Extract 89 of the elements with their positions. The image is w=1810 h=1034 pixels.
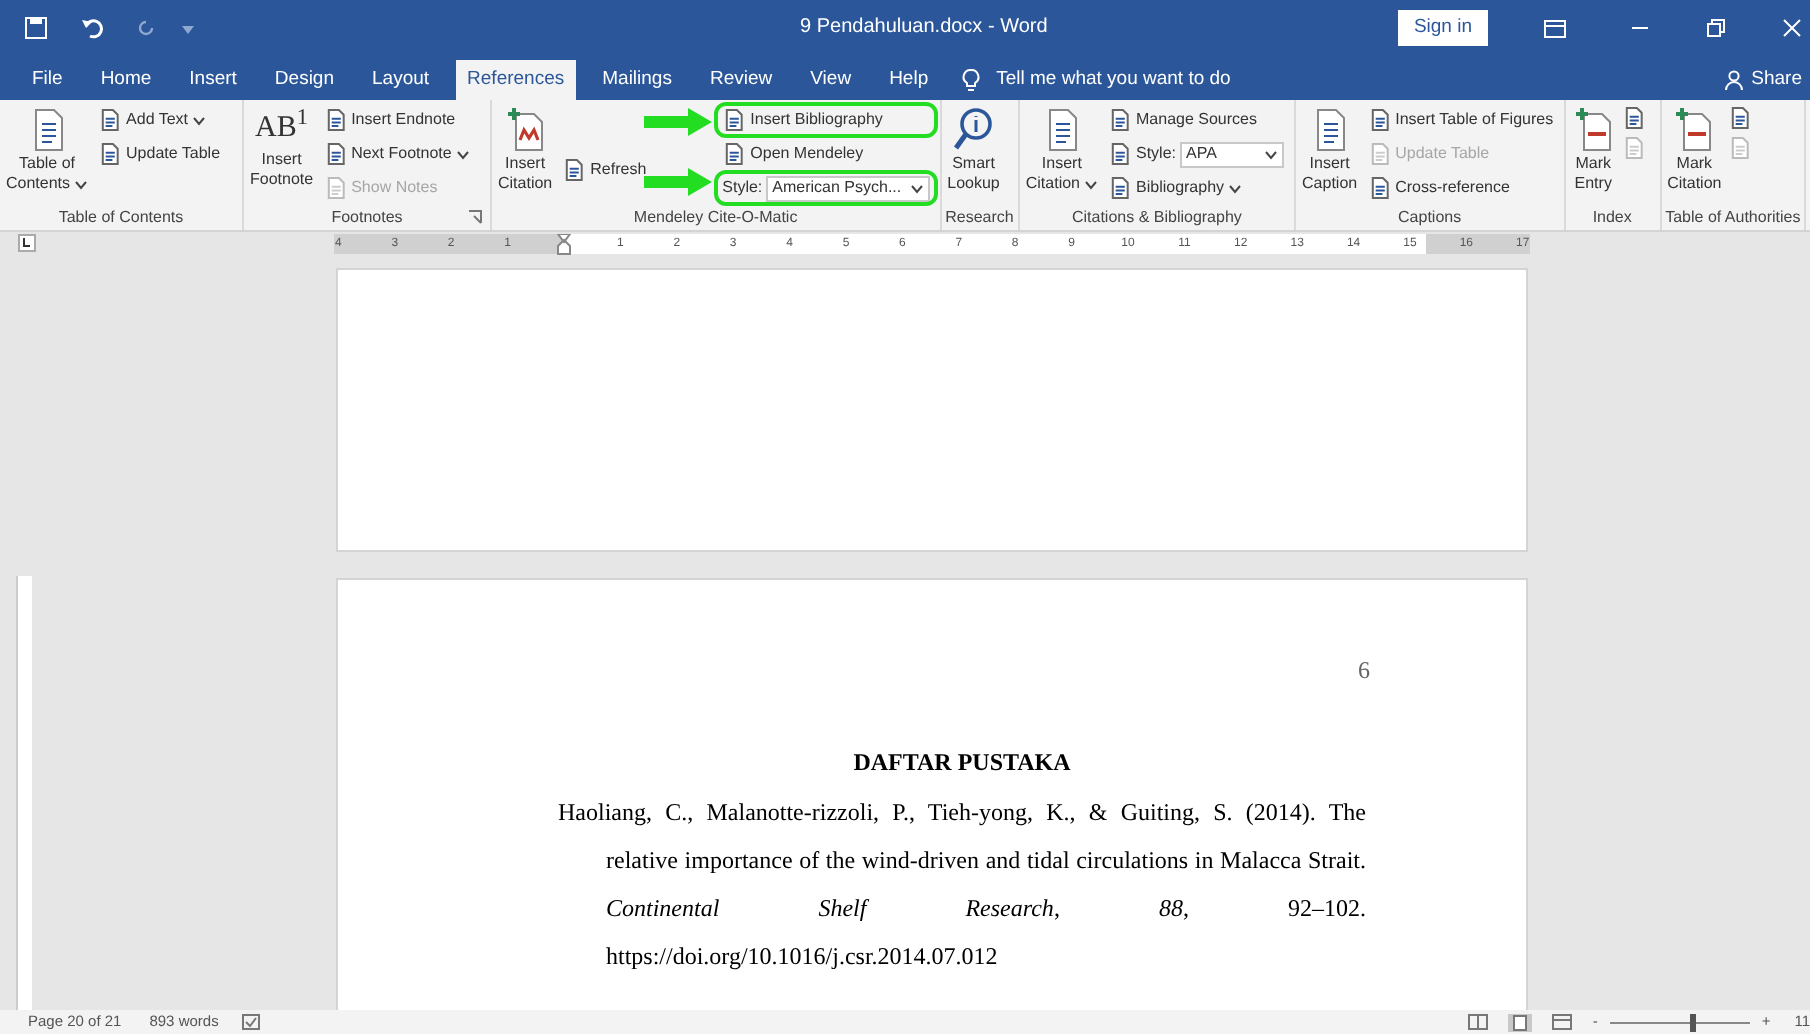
ribbon-tab[interactable]: File (20, 60, 75, 100)
caret-icon (909, 183, 924, 193)
tab-selector-icon[interactable] (18, 234, 36, 252)
document-plus-icon (503, 106, 548, 154)
window-title: 9 Pendahuluan.docx - Word (800, 14, 1048, 42)
document-icon[interactable] (562, 158, 587, 182)
caret-icon (455, 149, 470, 159)
read-mode-icon[interactable] (1468, 1014, 1489, 1030)
caret-icon (1264, 149, 1279, 159)
document-icon[interactable] (1367, 108, 1392, 132)
heading: DAFTAR PUSTAKA (851, 746, 1073, 780)
document-icon[interactable] (98, 108, 123, 132)
document-icon[interactable] (323, 142, 348, 166)
document-icon[interactable] (1108, 142, 1132, 166)
ribbon-tab[interactable]: Home (88, 60, 164, 100)
group-label: Footnotes (331, 206, 403, 230)
dialog-launcher-icon[interactable] (468, 210, 482, 224)
redo-icon[interactable] (136, 18, 156, 38)
group-label: Citations & Bibliography (1071, 206, 1242, 230)
ribbon-tab[interactable]: Design (262, 60, 346, 100)
ribbon-button[interactable]: Insert Citation (1025, 106, 1098, 194)
pointer-arrow-icon (644, 168, 713, 196)
ribbon-button[interactable]: Open Mendeley (718, 140, 934, 168)
proofing-icon[interactable] (242, 1014, 261, 1030)
ribbon-button[interactable]: Table of Contents (6, 106, 89, 194)
ribbon-tab[interactable]: Layout (360, 60, 442, 100)
restore-icon[interactable] (1706, 18, 1726, 38)
customize-icon[interactable] (180, 20, 196, 36)
ribbon-button[interactable]: Insert Table of Figures (1363, 106, 1558, 134)
ribbon-button[interactable]: Cross-reference (1363, 174, 1558, 202)
ribbon-button[interactable]: Mark Entry (1571, 106, 1616, 194)
ribbon-button[interactable]: Update Table (94, 140, 225, 168)
ribbon-button[interactable]: Mark Citation (1667, 106, 1722, 194)
document-icon[interactable] (1108, 176, 1132, 200)
caret-icon (192, 115, 207, 125)
group-label: Index (1592, 206, 1632, 230)
undo-icon[interactable] (80, 16, 104, 40)
group-label: Mendeley Cite-O-Matic (633, 206, 798, 230)
print-layout-icon[interactable] (1508, 1013, 1533, 1031)
ribbon-tab[interactable]: Mailings (590, 60, 684, 100)
document-icon[interactable] (722, 142, 747, 166)
ribbon-button[interactable]: Bibliography (1104, 174, 1289, 202)
document-icon[interactable] (323, 108, 348, 132)
ribbon-button[interactable]: AB$^{1}$ Insert Footnote (250, 106, 314, 190)
ribbon-button[interactable]: Insert Endnote (319, 106, 474, 134)
ribbon-button[interactable]: Next Footnote (319, 140, 474, 168)
ribbon-button[interactable]: Manage Sources (1104, 106, 1289, 134)
lightbulb-icon (962, 68, 981, 92)
group-label: Research (945, 206, 1014, 230)
ribbon-button[interactable]: Insert Bibliography (718, 106, 934, 134)
share-button[interactable]: Share (1723, 60, 1802, 100)
ribbon-button[interactable]: Insert Caption (1302, 106, 1358, 194)
sign-in-button[interactable]: Sign in (1397, 9, 1488, 47)
group-label: Table of Contents (58, 206, 184, 230)
ribbon-tab[interactable]: View (798, 60, 864, 100)
person-icon (1723, 70, 1744, 90)
ribbon-tab[interactable]: References (455, 60, 577, 100)
save-icon[interactable] (24, 16, 48, 40)
ribbon-display-icon[interactable] (1544, 19, 1566, 37)
ribbon-button[interactable]: Smart Lookup (947, 106, 1000, 194)
caret-icon (1228, 183, 1243, 193)
ribbon-button[interactable]: Add Text (94, 106, 225, 134)
footnote-glyph-icon: AB$^{1}$ (255, 106, 309, 150)
ribbon-button[interactable]: Insert Citation (498, 106, 553, 194)
document-icon[interactable] (98, 142, 123, 166)
document-icon[interactable] (1727, 106, 1752, 130)
pointer-arrow-icon (644, 108, 713, 136)
search-icon (951, 106, 996, 154)
doi-link[interactable]: https://doi.org/10.1016/j.csr.2014.07.012 (558, 932, 1366, 980)
horizontal-ruler[interactable] (334, 234, 1530, 254)
group-label: Table of Authorities (1665, 206, 1801, 230)
document-plus-icon (1571, 106, 1616, 154)
page-number: 6 (1358, 654, 1370, 688)
close-icon[interactable] (1782, 18, 1802, 38)
document-plus-icon (1672, 106, 1717, 154)
reference-entry: Haoliang, C., Malanotte-rizzoli, P., Tieh-yong, K., & Guiting, S. (2014). The relative importance of the wind-driven and tidal circulations in Malacca Strait. Continental Shelf Research, 88, 92–102. (558, 796, 1366, 926)
document-icon[interactable] (1621, 106, 1646, 130)
ribbon-tab[interactable]: Review (697, 60, 785, 100)
web-layout-icon[interactable] (1552, 1014, 1573, 1030)
caret-icon (1084, 179, 1098, 189)
document-icon[interactable] (1367, 176, 1392, 200)
document-icon[interactable] (722, 108, 747, 132)
zoom-slider[interactable] (1690, 1013, 1696, 1031)
group-label: Captions (1398, 206, 1462, 230)
caret-icon (74, 179, 89, 189)
ribbon-tab[interactable]: Insert (177, 60, 249, 100)
ribbon-tab[interactable]: Help (877, 60, 941, 100)
document-icon[interactable] (1108, 108, 1132, 132)
tell-me-field[interactable]: Tell me what you want to do (996, 65, 1317, 95)
